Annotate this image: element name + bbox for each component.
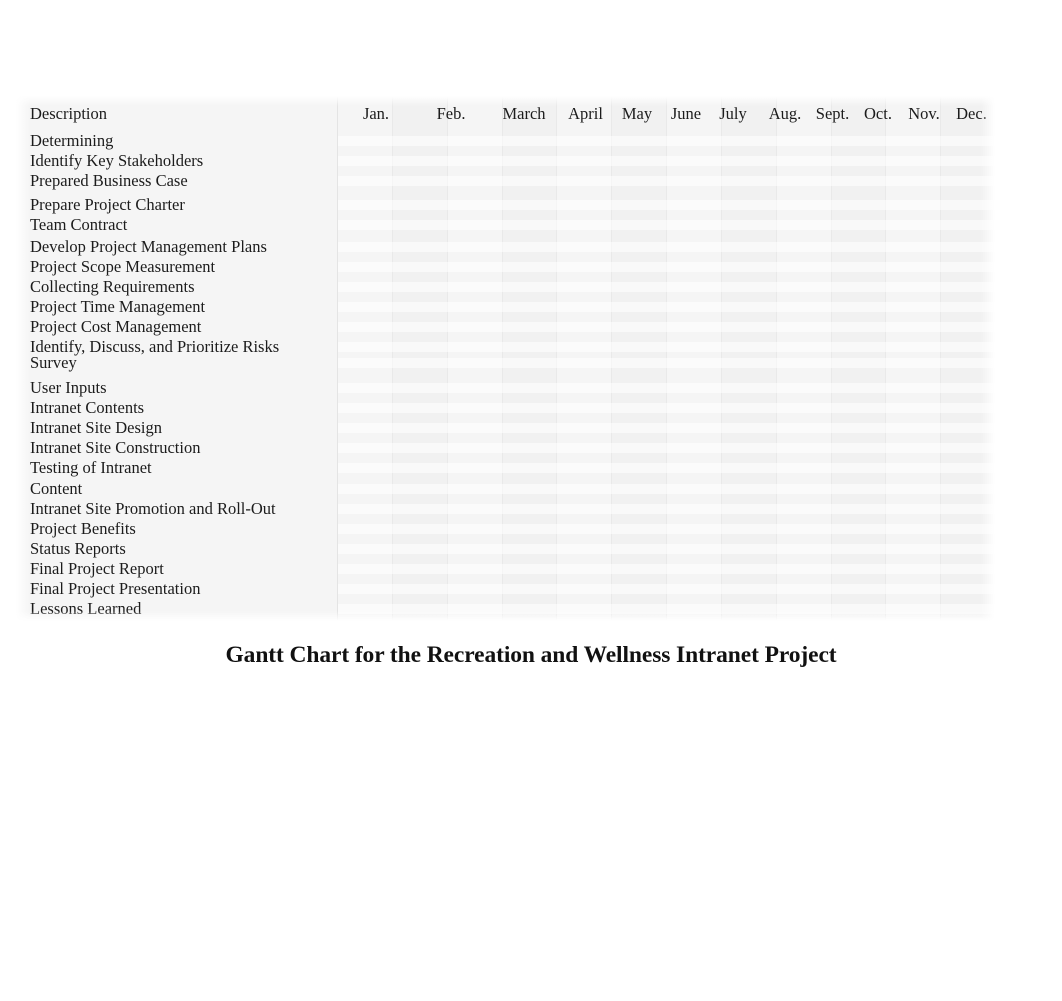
- task-row: Prepared Business Case: [30, 171, 188, 190]
- task-row: Intranet Site Design: [30, 418, 162, 437]
- task-row: Identify Key Stakeholders: [30, 151, 204, 170]
- month-header-may: May: [621, 104, 653, 123]
- task-row: Testing of Intranet: [30, 458, 152, 477]
- description-column-header: Description: [30, 104, 107, 123]
- task-row: Intranet Site Promotion and Roll-Out: [30, 499, 276, 518]
- month-header-oct: Oct.: [864, 104, 892, 123]
- task-row: Final Project Report: [30, 559, 164, 578]
- task-row: Project Scope Measurement: [30, 257, 216, 276]
- task-row: Intranet Site Construction: [30, 438, 201, 457]
- task-row: Determining: [30, 131, 114, 150]
- month-header-aug: Aug.: [768, 104, 802, 123]
- task-row: Develop Project Management Plans: [30, 237, 267, 256]
- gantt-chart-panel: Jan. Feb. March April May June July Aug. Sept. Oc…: [16, 96, 995, 621]
- month-header-sept: Sept.: [815, 104, 850, 123]
- month-header-july: July: [719, 104, 747, 123]
- task-row: Project Benefits: [30, 519, 136, 538]
- chart-caption: Gantt Chart for the Recreation and Welln…: [225, 642, 837, 668]
- task-row: Prepare Project Charter: [30, 195, 185, 214]
- task-row: Collecting Requirements: [30, 277, 195, 296]
- month-header-april: April: [568, 104, 603, 123]
- month-header-nov: Nov.: [908, 104, 940, 123]
- task-row: Intranet Contents: [30, 398, 145, 417]
- task-row: Status Reports: [30, 539, 126, 558]
- gantt-bars-layer: [337, 96, 995, 621]
- task-row: Project Cost Management: [30, 317, 202, 336]
- month-header-june: June: [670, 104, 702, 123]
- task-row: Lessons Learned: [30, 599, 142, 618]
- task-row: Team Contract: [30, 215, 128, 234]
- month-header-row: Jan. Feb. March April May June July Aug. Sept. Oc…: [16, 96, 995, 126]
- task-row: Final Project Presentation: [30, 579, 201, 598]
- task-row: Project Time Management: [30, 297, 206, 316]
- month-header-march: March: [502, 104, 546, 123]
- task-row: Survey: [30, 353, 77, 372]
- month-header-dec: Dec.: [956, 104, 987, 123]
- task-row: Content: [30, 479, 83, 498]
- month-header-jan: Jan.: [362, 104, 390, 123]
- task-row: User Inputs: [30, 378, 107, 397]
- month-header-feb: Feb.: [436, 104, 466, 123]
